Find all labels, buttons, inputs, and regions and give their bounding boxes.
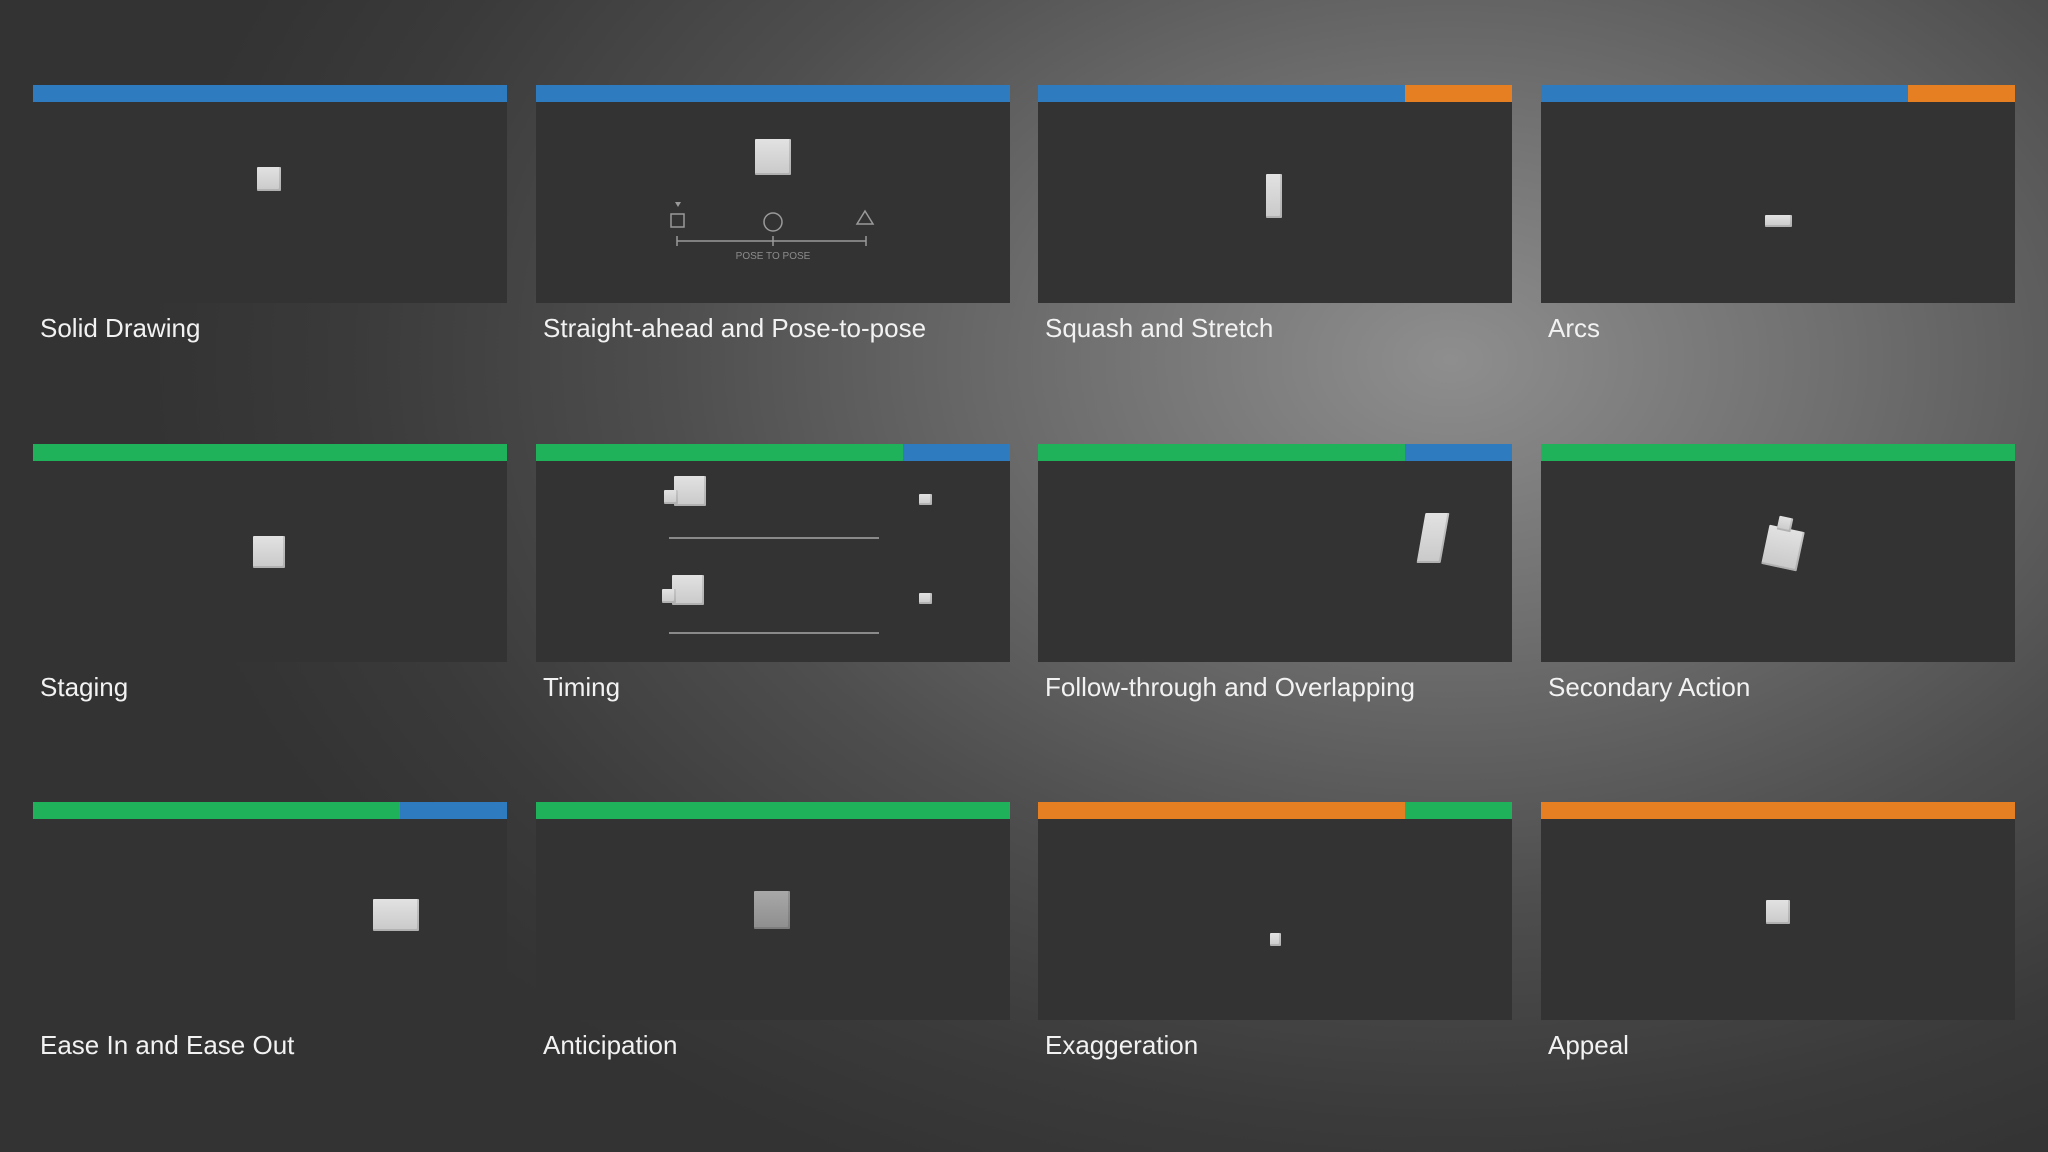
principles-grid: Solid Drawing POSE TO POSE Straight-ahea… [0,0,2048,1152]
category-bar [1541,802,2015,819]
small-cube-shape [919,593,932,604]
preview-panel [33,819,507,1020]
category-bar [33,444,507,461]
card-title: Follow-through and Overlapping [1045,672,1415,702]
marker-triangle [675,202,681,207]
category-bar [536,802,1010,819]
preview-panel [536,461,1010,662]
stretched-box-shape [1266,174,1282,218]
preview-panel [1541,819,2015,1020]
bar-segment-green [1541,444,2015,461]
small-cube-shape [1270,933,1281,946]
card-title: Arcs [1548,313,1600,343]
category-bar [33,85,507,102]
card-appeal[interactable]: Appeal [1541,802,2015,1060]
category-bar [1038,85,1512,102]
cube-shape [664,490,678,504]
card-title: Staging [40,672,129,702]
pose-to-pose-diagram: POSE TO POSE [670,202,875,262]
bar-segment-blue [1405,444,1512,461]
preview-panel [1038,102,1512,303]
cube-shape [1766,900,1790,924]
card-solid-drawing[interactable]: Solid Drawing [33,85,507,343]
bar-segment-blue [903,444,1010,461]
preview-panel [1038,461,1512,662]
cube-shape [253,536,285,568]
card-staging[interactable]: Staging [33,444,507,702]
cube-shape [257,167,281,191]
bar-segment-green [33,444,507,461]
bar-segment-green [33,802,401,819]
bar-segment-blue [1038,85,1406,102]
card-anticipation[interactable]: Anticipation [536,802,1010,1060]
bar-segment-blue [33,85,507,102]
category-bar [1038,444,1512,461]
pose-to-pose-label: POSE TO POSE [736,251,811,262]
preview-panel [33,461,507,662]
preview-panel: POSE TO POSE [536,102,1010,303]
cube-shape [754,891,790,929]
preview-panel [33,102,507,303]
category-bar [536,85,1010,102]
cube-shape [672,575,704,605]
category-bar [33,802,507,819]
tilted-box-shape [1416,513,1450,563]
preview-panel [1541,102,2015,303]
bar-segment-green [536,444,904,461]
bottle-neck-shape [1776,515,1794,533]
squashed-box-shape [1765,215,1792,227]
box-shape [373,899,419,931]
card-title: Anticipation [543,1030,678,1060]
category-bar [1038,802,1512,819]
card-follow-through-and-overlapping[interactable]: Follow-through and Overlapping [1038,444,1512,702]
card-title: Exaggeration [1045,1030,1199,1060]
card-exaggeration[interactable]: Exaggeration [1038,802,1512,1060]
bar-segment-orange [1908,85,2015,102]
card-arcs[interactable]: Arcs [1541,85,2015,343]
card-timing[interactable]: Timing [536,444,1010,702]
card-title: Appeal [1548,1030,1629,1060]
square-icon [670,213,685,228]
preview-panel [1541,461,2015,662]
card-title: Squash and Stretch [1045,313,1274,343]
bar-segment-green [536,802,1010,819]
card-title: Secondary Action [1548,672,1751,702]
preview-panel [536,819,1010,1020]
small-cube-shape [919,494,932,505]
card-title: Solid Drawing [40,313,201,343]
card-title: Straight-ahead and Pose-to-pose [543,313,927,343]
cube-shape [662,589,676,603]
bar-segment-green [1038,444,1406,461]
bar-segment-blue [536,85,1010,102]
category-bar [1541,444,2015,461]
card-straight-ahead-pose-to-pose[interactable]: POSE TO POSE Straight-ahead and Pose-to-… [536,85,1010,343]
track-line [669,632,879,634]
bar-segment-blue [400,802,507,819]
category-bar [1541,85,2015,102]
bottle-body-shape [1761,524,1805,572]
bar-segment-orange [1405,85,1512,102]
card-secondary-action[interactable]: Secondary Action [1541,444,2015,702]
cube-shape [674,476,706,506]
track-line [669,537,879,539]
triangle-icon [855,209,875,225]
preview-panel [1038,819,1512,1020]
card-title: Timing [543,672,621,702]
bar-segment-orange [1541,802,2015,819]
card-squash-and-stretch[interactable]: Squash and Stretch [1038,85,1512,343]
category-bar [536,444,1010,461]
card-ease-in-and-ease-out[interactable]: Ease In and Ease Out [33,802,507,1060]
bar-segment-blue [1541,85,1909,102]
bar-segment-green [1405,802,1512,819]
circle-icon [763,212,783,232]
bar-segment-orange [1038,802,1406,819]
card-title: Ease In and Ease Out [40,1030,295,1060]
